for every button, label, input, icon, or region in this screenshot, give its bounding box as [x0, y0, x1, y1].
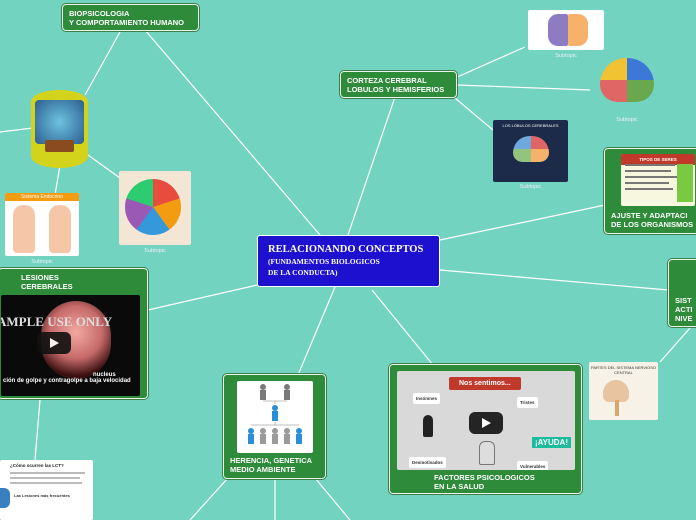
topic-label-line: LOBULOS Y HEMISFERIOS [347, 85, 445, 94]
topic-label-line: HERENCIA, GENETICA [230, 456, 313, 465]
ajuste-image: TIPOS DE SERES [621, 154, 695, 206]
subtopic-caption: Subtopic [519, 184, 542, 190]
topic-corteza-cerebral[interactable]: CORTEZA CEREBRAL LOBULOS Y HEMISFERIOS [340, 71, 457, 98]
snc-image: PARTES DEL SISTEMA NERVIOSO CENTRAL [589, 362, 658, 420]
topic-label-line: LESIONES [21, 273, 59, 282]
topic-label-line: DE LOS ORGANISMOS [611, 220, 694, 229]
lobes-brain-image [600, 58, 654, 102]
central-subtitle-1: (FUNDAMENTOS BIOLOGICOS [268, 257, 380, 266]
central-topic[interactable]: RELACIONANDO CONCEPTOS (FUNDAMENTOS BIOL… [257, 235, 440, 287]
subtopic-caption: Subtopic [555, 53, 577, 59]
subtopic-caption: Subtopic [31, 259, 53, 265]
topic-label-line: SIST [675, 296, 692, 305]
lesion-video[interactable]: AMPLE USE ONLY ción de golpe y contragol… [1, 295, 140, 396]
play-icon[interactable] [37, 332, 71, 354]
topic-label-line: CORTEZA CEREBRAL [347, 76, 427, 85]
body-figure [49, 205, 71, 253]
central-subtitle-2: DE LA CONDUCTA) [268, 268, 338, 277]
text-line [625, 170, 671, 172]
body-figure [13, 205, 35, 253]
central-title: RELACIONANDO CONCEPTOS [268, 244, 424, 255]
topic-label-line: EN LA SALUD [434, 482, 485, 491]
brain-icon [603, 380, 629, 402]
head-illustration [125, 179, 181, 235]
topic-label-line: CEREBRALES [21, 282, 73, 291]
pot-icon [45, 140, 74, 152]
lesion-info-subtitle: Las Lesiones más frecuentes [14, 493, 70, 498]
factores-video[interactable]: Nos sentimos... Insómnes Tristes Desmoti… [397, 371, 575, 470]
lesion-info-image: ¿Cómo ocurren las LCT? Las Lesiones más … [0, 460, 93, 520]
endocrine-title: Sistema Endocrino [5, 193, 79, 201]
topic-ajuste-adaptacion[interactable]: TIPOS DE SERES AJUSTE Y ADAPTACI DE LOS … [604, 148, 696, 234]
brain-icon [35, 100, 84, 144]
topic-label-line: FACTORES PSICOLOGICOS [434, 473, 535, 482]
topic-label-line: BIOPSICOLOGIA [69, 9, 130, 18]
brain-jar-image [31, 90, 88, 168]
lesion-info-title: ¿Cómo ocurren las LCT? [10, 463, 64, 468]
phrenology-head-image [119, 171, 191, 245]
video-watermark: AMPLE USE ONLY [1, 314, 113, 329]
lobulos-title: LOS LÓBULOS CEREBRALES [502, 123, 559, 128]
video-banner: Nos sentimos... [449, 377, 521, 390]
right-hemisphere-icon [568, 14, 588, 46]
text-line [10, 477, 80, 479]
emotion-label: Vulnerables [517, 461, 549, 470]
plant-illustration [677, 164, 693, 202]
lobulos-image: LOS LÓBULOS CEREBRALES [493, 120, 568, 182]
topic-label-line: ACTI [675, 305, 693, 314]
family-tree-image [237, 381, 313, 453]
endocrine-image: Sistema Endocrino [5, 193, 79, 256]
snc-title: PARTES DEL SISTEMA NERVIOSO CENTRAL [591, 365, 656, 375]
topic-label-line: AJUSTE Y ADAPTACI [611, 211, 688, 220]
topic-label-line: Y COMPORTAMIENTO HUMANO [69, 18, 185, 27]
family-tree-icon [248, 384, 302, 444]
subtopic-caption: Subtopic [144, 248, 166, 254]
topic-label-line: MEDIO AMBIENTE [230, 465, 296, 474]
spinal-cord-icon [615, 400, 619, 416]
head-icon [0, 488, 10, 508]
emotion-label: Tristes [517, 397, 538, 408]
video-label: nucleus [93, 372, 116, 378]
topic-biopsicologia[interactable]: BIOPSICOLOGIA Y COMPORTAMIENTO HUMANO [62, 4, 199, 31]
person-figure [479, 441, 495, 465]
topic-label-line: NIVE [675, 314, 693, 323]
text-line [10, 482, 82, 484]
text-line [625, 188, 673, 190]
play-icon[interactable] [469, 412, 503, 434]
topic-sistema-nervioso[interactable]: SIST ACTI NIVE [668, 259, 696, 327]
text-line [625, 182, 669, 184]
text-line [625, 164, 675, 166]
topic-factores-psicologicos[interactable]: Nos sentimos... Insómnes Tristes Desmoti… [389, 364, 582, 494]
left-hemisphere-icon [548, 14, 568, 46]
text-line [10, 472, 85, 474]
text-line [625, 176, 677, 178]
topic-herencia-genetica[interactable]: HERENCIA, GENETICA MEDIO AMBIENTE [223, 374, 326, 479]
emotion-label: Insómnes [413, 393, 441, 404]
brain-diagram-image [528, 10, 604, 50]
emotion-label: Desmotivados [409, 457, 446, 468]
help-sign: ¡AYUDA! [531, 437, 571, 448]
subtopic-caption: Subtopic [616, 117, 638, 123]
brain-icon [513, 136, 549, 162]
topic-lesiones-cerebrales[interactable]: LESIONES CEREBRALES AMPLE USE ONLY ción … [0, 268, 148, 399]
person-figure [423, 415, 433, 437]
